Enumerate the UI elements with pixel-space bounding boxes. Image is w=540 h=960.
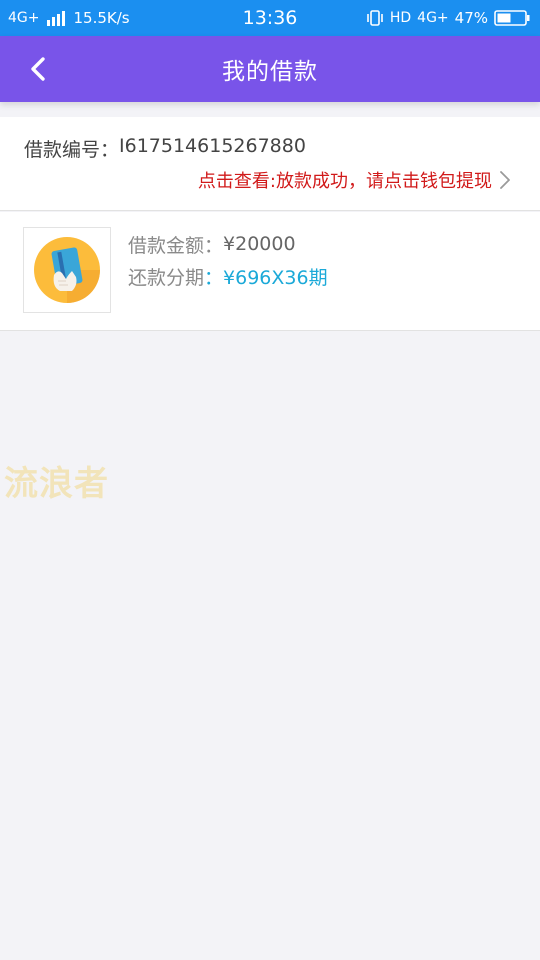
status-bar: 4G+ 15.5K/s 13:36 HD 4G+ 47% [0, 0, 540, 36]
loan-number-label: 借款编号： [24, 139, 120, 161]
app-header: 我的借款 [0, 36, 540, 102]
loan-detail-card[interactable]: 借款金额： ¥20000 还款分期 ： ¥696X36期 [0, 212, 540, 330]
loan-info-card: 借款编号： I617514615267880 点击查看:放款成功，请点击钱包提现 [0, 117, 540, 210]
watermark: 流浪者 [4, 464, 109, 504]
divider [0, 210, 540, 211]
loan-status-text: 点击查看:放款成功，请点击钱包提现 [197, 171, 492, 192]
network-speed: 15.5K/s [73, 9, 130, 27]
signal-icon [46, 11, 65, 26]
network-type: 4G+ [8, 10, 40, 26]
back-button[interactable] [18, 49, 58, 89]
installment-row: 还款分期 ： ¥696X36期 [128, 260, 328, 292]
loan-number-value: I617514615267880 [119, 135, 306, 157]
page-title: 我的借款 [222, 59, 318, 85]
network-type-right: 4G+ [417, 10, 449, 26]
loan-thumbnail [23, 227, 111, 313]
chevron-right-icon [500, 171, 510, 189]
amount-value: ¥20000 [223, 233, 296, 255]
divider [0, 330, 540, 331]
battery-icon [494, 10, 530, 26]
loan-status-link[interactable]: 点击查看:放款成功，请点击钱包提现 [198, 167, 512, 193]
installment-label: 还款分期 [128, 266, 205, 289]
amount-row: 借款金额： ¥20000 [128, 228, 328, 260]
installment-value: ¥696X36期 [223, 266, 328, 289]
installment-colon: ： [204, 266, 224, 289]
amount-label: 借款金额： [128, 234, 224, 257]
battery-percent: 47% [454, 9, 488, 27]
status-left: 4G+ 15.5K/s [8, 9, 130, 27]
loan-number-row: 借款编号： I617514615267880 [24, 135, 306, 162]
hd-indicator: HD [389, 10, 412, 26]
loan-detail-lines: 借款金额： ¥20000 还款分期 ： ¥696X36期 [128, 228, 328, 292]
card-hand-icon [34, 237, 100, 303]
chevron-left-icon [31, 57, 45, 81]
vibrate-icon [367, 10, 383, 26]
status-right: HD 4G+ 47% [366, 9, 530, 27]
